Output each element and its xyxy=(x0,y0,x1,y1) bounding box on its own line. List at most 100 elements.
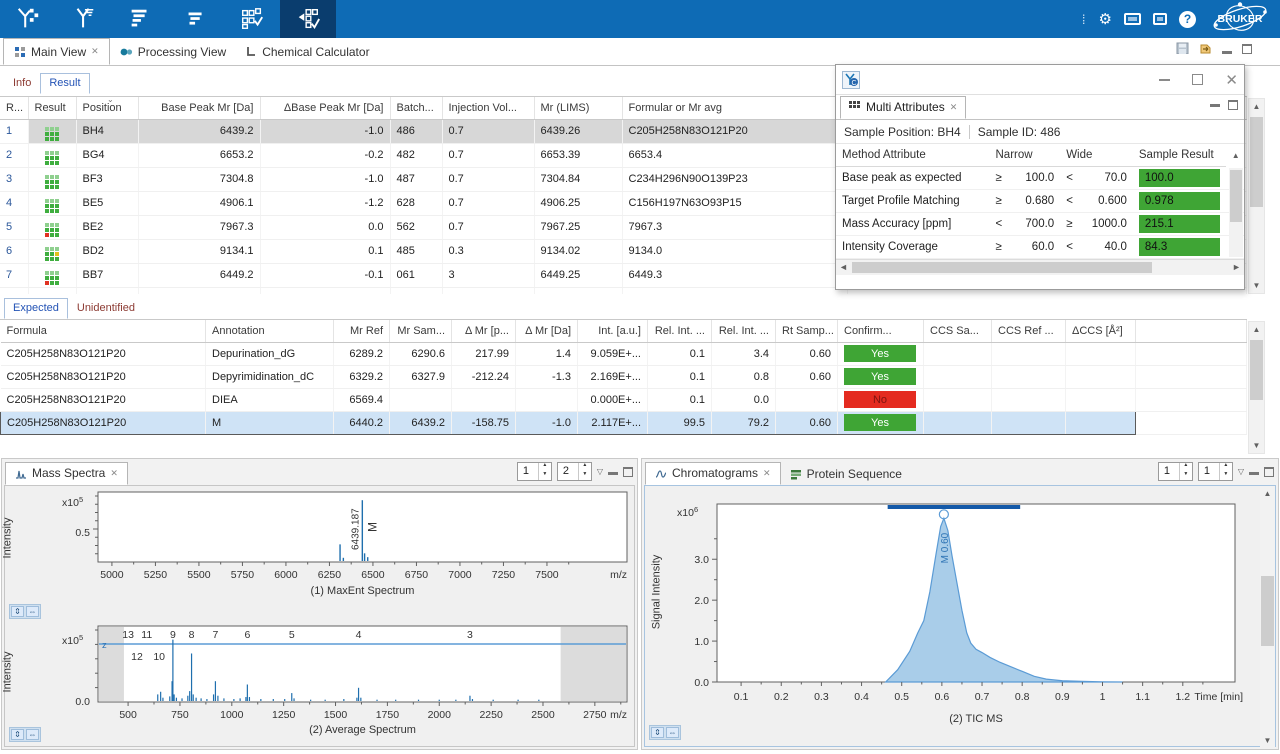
table-cell[interactable]: 8868.5 xyxy=(622,287,847,294)
table-cell[interactable]: -0.1 xyxy=(260,263,390,287)
table-cell[interactable] xyxy=(516,388,578,411)
tic-chromatogram-plot[interactable]: x1060.01.02.03.0M 0.600.10.20.30.40.50.6… xyxy=(669,490,1255,745)
table-cell[interactable]: 6439.2 xyxy=(390,411,452,434)
table-cell[interactable] xyxy=(992,365,1066,388)
tab-main-view[interactable]: Main View ✕ xyxy=(3,38,110,65)
table-cell[interactable]: 3 xyxy=(442,263,534,287)
table-cell[interactable]: 486 xyxy=(390,119,442,143)
tab-chromatograms[interactable]: Chromatograms ✕ xyxy=(645,462,781,485)
table-cell[interactable]: -158.75 xyxy=(452,411,516,434)
column-header[interactable]: ΔBase Peak Mr [Da] xyxy=(260,97,390,119)
table-cell[interactable]: 6439.26 xyxy=(534,119,622,143)
column-header[interactable]: Int. [a.u.] xyxy=(578,320,648,342)
row-number[interactable]: 8 xyxy=(0,287,28,294)
column-header[interactable]: Mr Ref xyxy=(334,320,390,342)
maximize-view-icon[interactable] xyxy=(623,467,633,477)
table-cell[interactable]: Depyrimidination_dC xyxy=(206,365,334,388)
close-icon[interactable]: ✕ xyxy=(1225,71,1238,89)
table-cell[interactable]: 6327.9 xyxy=(390,365,452,388)
table-cell[interactable]: 2.169E+... xyxy=(578,365,648,388)
table-cell[interactable] xyxy=(776,388,838,411)
multi-attributes-window[interactable]: C ✕ Multi Attributes ✕ Sample Position: … xyxy=(835,64,1245,290)
table-cell[interactable]: 0 xyxy=(442,287,534,294)
table-cell[interactable]: 0.000E+... xyxy=(578,388,648,411)
table-cell[interactable]: 8868.6 xyxy=(138,287,260,294)
table-cell[interactable]: 487 xyxy=(390,167,442,191)
maximize-icon[interactable] xyxy=(1192,74,1203,85)
column-header[interactable]: ΔCCS [Å²] xyxy=(1066,320,1136,342)
table-cell[interactable]: 4906.1 xyxy=(138,191,260,215)
table-cell[interactable] xyxy=(28,263,76,287)
column-count-spinner[interactable]: 2 ▲▼ xyxy=(557,462,592,481)
table-cell[interactable]: 9134.02 xyxy=(534,239,622,263)
table-cell[interactable] xyxy=(28,239,76,263)
table-cell[interactable]: 0.0 xyxy=(260,215,390,239)
table-cell[interactable]: 9134.0 xyxy=(622,239,847,263)
column-header[interactable]: Mr Sam... xyxy=(390,320,452,342)
column-header[interactable]: Rel. Int. ... xyxy=(648,320,712,342)
table-cell[interactable] xyxy=(924,342,992,365)
panel-layout-icon[interactable] xyxy=(1124,13,1141,25)
x-zoom-icon[interactable]: ⇔ xyxy=(666,727,679,738)
column-header[interactable]: R... xyxy=(0,97,28,119)
expected-table[interactable]: FormulaAnnotationMr RefMr Sam...Δ Mr [p.… xyxy=(0,320,1247,435)
close-icon[interactable]: ✕ xyxy=(91,46,99,57)
column-header[interactable]: Batch... xyxy=(390,97,442,119)
table-cell[interactable]: -1.2 xyxy=(260,191,390,215)
scroll-right-icon[interactable]: ► xyxy=(1229,260,1244,275)
maximize-view-icon[interactable] xyxy=(1228,100,1238,110)
table-cell[interactable] xyxy=(452,388,516,411)
column-header[interactable]: Annotation xyxy=(206,320,334,342)
column-header[interactable]: Result xyxy=(28,97,76,119)
help-icon[interactable]: ? xyxy=(1179,11,1196,28)
table-cell[interactable]: 6653.39 xyxy=(534,143,622,167)
table-cell[interactable] xyxy=(390,388,452,411)
table-cell[interactable]: 0.1 xyxy=(260,239,390,263)
table-cell[interactable]: 99.5 xyxy=(648,411,712,434)
table-cell[interactable] xyxy=(924,365,992,388)
restore-layout-icon[interactable] xyxy=(1153,13,1167,25)
table-cell[interactable]: 6329.2 xyxy=(334,365,390,388)
column-header[interactable]: Rt Samp... xyxy=(776,320,838,342)
table-cell[interactable]: Depurination_dG xyxy=(206,342,334,365)
table-cell[interactable]: 058 xyxy=(390,287,442,294)
table-cell[interactable] xyxy=(28,287,76,294)
column-header[interactable]: CCS Ref ... xyxy=(992,320,1066,342)
table-cell[interactable] xyxy=(28,167,76,191)
table-row[interactable]: Mass Accuracy [ppm]<700.0≥1000.0215.1 xyxy=(836,212,1244,235)
antibody-filter-icon[interactable] xyxy=(56,0,112,38)
y-zoom-icon[interactable]: ⇕ xyxy=(651,727,664,738)
table-cell[interactable]: 7967.3 xyxy=(138,215,260,239)
confirmed-cell[interactable]: No xyxy=(838,388,924,411)
table-cell[interactable]: 7967.25 xyxy=(534,215,622,239)
minimize-view-icon[interactable] xyxy=(1222,51,1232,54)
attribute-name-cell[interactable]: Mass Accuracy [ppm] xyxy=(836,212,990,235)
column-header[interactable]: Injection Vol... xyxy=(442,97,534,119)
table-cell[interactable]: BG4 xyxy=(76,143,138,167)
table-cell[interactable] xyxy=(28,119,76,143)
column-header[interactable]: Confirm... xyxy=(838,320,924,342)
column-header[interactable]: Position⌄ xyxy=(76,97,138,119)
column-header[interactable]: CCS Sa... xyxy=(924,320,992,342)
threshold-cell[interactable]: <0.600 xyxy=(1060,189,1133,212)
threshold-cell[interactable]: ≥100.0 xyxy=(990,166,1061,189)
minimize-view-icon[interactable] xyxy=(1249,472,1259,475)
list-small-icon[interactable] xyxy=(168,0,224,38)
table-cell[interactable]: 0.1 xyxy=(648,342,712,365)
minimize-view-icon[interactable] xyxy=(1210,104,1220,107)
column-header[interactable]: Δ Mr [p... xyxy=(452,320,516,342)
table-cell[interactable]: -0.2 xyxy=(260,143,390,167)
table-cell[interactable]: 7304.84 xyxy=(534,167,622,191)
table-cell[interactable]: 0.1 xyxy=(648,365,712,388)
multi-attributes-table[interactable]: Method Attribute Narrow Wide Sample Resu… xyxy=(836,144,1244,259)
window-title-bar[interactable]: C ✕ xyxy=(836,65,1244,95)
table-cell[interactable]: 9134.1 xyxy=(138,239,260,263)
row-number[interactable]: 6 xyxy=(0,239,28,263)
view-menu-icon[interactable]: ▽ xyxy=(597,467,603,476)
table-cell[interactable]: 0.60 xyxy=(776,411,838,434)
antibody-structure-icon[interactable] xyxy=(0,0,56,38)
minimize-view-icon[interactable] xyxy=(608,472,618,475)
multi-hscrollbar[interactable]: ◄ ► xyxy=(836,259,1244,275)
table-cell[interactable]: 6290.6 xyxy=(390,342,452,365)
table-row[interactable]: C205H258N83O121P20Depyrimidination_dC632… xyxy=(1,365,1247,388)
